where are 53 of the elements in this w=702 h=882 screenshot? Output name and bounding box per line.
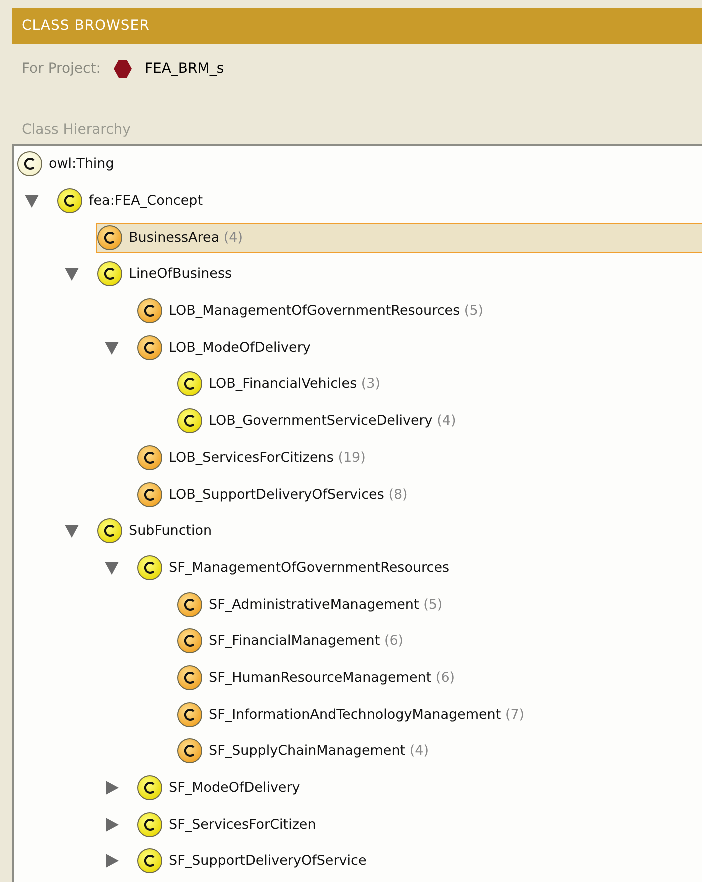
project-name: FEA_BRM_s xyxy=(144,61,224,77)
class-icon xyxy=(17,151,43,178)
tree-item[interactable]: SF_InformationAndTechnologyManagement (7) xyxy=(176,700,702,730)
tree-item[interactable]: SF_SupportDeliveryOfService xyxy=(136,846,702,876)
class-icon xyxy=(177,408,203,434)
tree-item[interactable]: LOB_FinancialVehicles (3) xyxy=(176,369,702,400)
class-icon xyxy=(137,334,163,361)
expand-triangle-icon[interactable] xyxy=(104,816,120,833)
class-icon xyxy=(137,554,163,581)
section-label: Class Hierarchy xyxy=(21,121,132,140)
class-icon xyxy=(177,371,203,398)
tree-item[interactable]: SF_SupplyChainManagement (4) xyxy=(176,736,702,766)
tree-item[interactable]: LOB_ServicesForCitizens (19) xyxy=(136,442,702,473)
tree-item[interactable]: SF_ServicesForCitizen xyxy=(136,810,702,840)
class-icon xyxy=(177,628,203,654)
class-icon xyxy=(97,261,123,288)
tree-item[interactable]: SubFunction xyxy=(96,516,702,546)
class-icon xyxy=(137,482,163,508)
class-icon xyxy=(137,848,163,874)
class-icon xyxy=(177,702,203,728)
hexagon-icon xyxy=(112,59,133,79)
panel-title: CLASS BROWSER xyxy=(12,8,702,44)
collapse-triangle-icon[interactable] xyxy=(104,340,120,356)
tree-item[interactable]: LOB_ModeOfDelivery xyxy=(136,332,702,363)
project-label: For Project: xyxy=(22,61,101,77)
collapse-triangle-icon[interactable] xyxy=(64,266,80,282)
tree-item[interactable]: LOB_GovernmentServiceDelivery (4) xyxy=(176,406,702,436)
tree-item[interactable]: owl:Thing xyxy=(16,149,702,180)
class-icon xyxy=(177,738,203,764)
tree-item[interactable]: SF_AdministrativeManagement (5) xyxy=(176,590,702,620)
class-icon xyxy=(137,444,163,471)
collapse-triangle-icon[interactable] xyxy=(104,560,120,576)
class-icon xyxy=(177,592,203,618)
class-icon xyxy=(177,664,203,691)
class-icon xyxy=(137,298,163,324)
tree-item[interactable]: BusinessArea (4) xyxy=(96,222,702,253)
tree-item[interactable]: LOB_ManagementOfGovernmentResources (5) xyxy=(136,296,702,326)
tree-item[interactable]: LineOfBusiness xyxy=(96,259,702,290)
tree-item[interactable]: SF_FinancialManagement (6) xyxy=(176,626,702,656)
class-icon xyxy=(57,188,83,214)
tree-item[interactable]: SF_HumanResourceManagement (6) xyxy=(176,662,702,693)
expand-triangle-icon[interactable] xyxy=(104,780,120,796)
tree-item[interactable]: fea:FEA_Concept xyxy=(56,186,702,216)
class-icon xyxy=(137,775,163,802)
tree-item[interactable]: SF_ManagementOfGovernmentResources xyxy=(136,552,702,583)
collapse-triangle-icon[interactable] xyxy=(64,523,80,540)
tree-item[interactable]: SF_ModeOfDelivery xyxy=(136,773,702,804)
class-icon xyxy=(97,518,123,544)
collapse-triangle-icon[interactable] xyxy=(24,193,40,210)
class-icon xyxy=(137,812,163,838)
tree-item[interactable]: LOB_SupportDeliveryOfServices (8) xyxy=(136,480,702,510)
class-icon xyxy=(97,224,123,251)
expand-triangle-icon[interactable] xyxy=(104,853,120,870)
